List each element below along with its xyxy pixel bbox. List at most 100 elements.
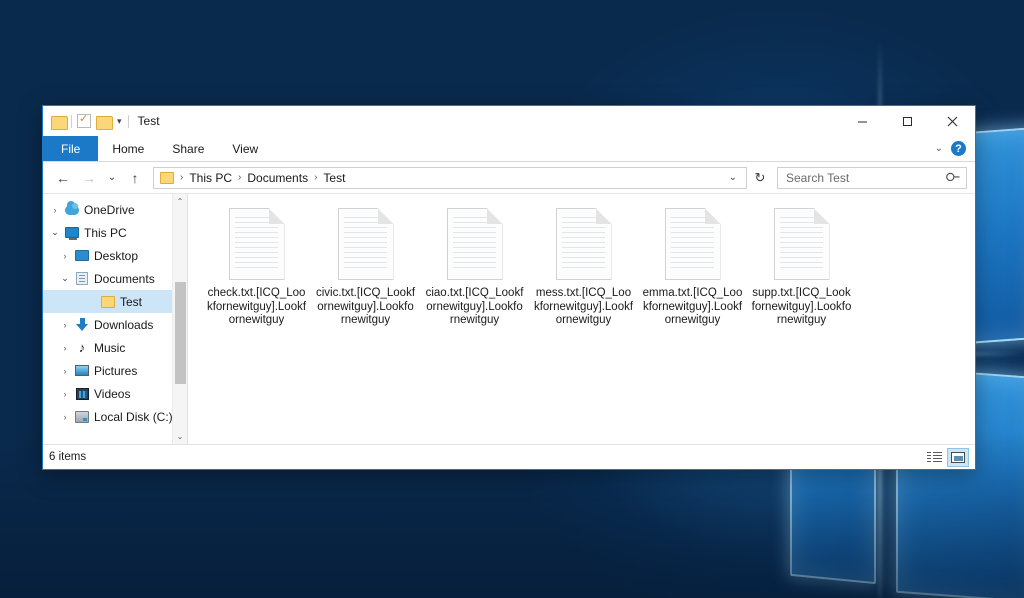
folder-icon[interactable] [51, 115, 68, 130]
view-toggle-group [923, 447, 969, 467]
file-item[interactable]: civic.txt.[ICQ_Lookfornewitguy].Lookforn… [311, 206, 420, 328]
large-icons-view-icon [951, 451, 965, 463]
text-file-icon [446, 208, 503, 280]
address-bar-row: ← → ⌄ ↑ › This PC › Documents › Test ⌄ ↻ [43, 162, 975, 193]
chevron-right-icon[interactable]: › [57, 343, 73, 353]
explorer-body: › OneDrive ⌄ This PC › Desktop ⌄ Documents Test ›… [43, 193, 975, 444]
chevron-right-icon[interactable]: › [57, 251, 73, 261]
up-button[interactable]: ↑ [123, 166, 147, 190]
scrollbar-thumb[interactable] [175, 282, 186, 384]
forward-button[interactable]: → [77, 166, 101, 190]
page-fold-corner [268, 208, 285, 224]
sidebar-item-music[interactable]: › ♪ Music [43, 336, 187, 359]
folder-tree: › OneDrive ⌄ This PC › Desktop ⌄ Documents Test ›… [43, 198, 187, 428]
sidebar-item-videos[interactable]: › Videos [43, 382, 187, 405]
sidebar-item-label: Documents [94, 271, 155, 286]
tab-home[interactable]: Home [98, 136, 158, 161]
sidebar-item-label: OneDrive [84, 202, 135, 217]
tab-view[interactable]: View [218, 136, 272, 161]
document-text-lines [343, 217, 387, 272]
text-file-icon [337, 208, 394, 280]
document-text-lines [670, 217, 714, 272]
text-file-icon [773, 208, 830, 280]
details-view-button[interactable] [923, 448, 945, 467]
tab-share[interactable]: Share [158, 136, 218, 161]
sidebar-item-downloads[interactable]: › Downloads [43, 313, 187, 336]
help-icon[interactable]: ? [951, 141, 966, 156]
sidebar-item-documents[interactable]: ⌄ Documents [43, 267, 187, 290]
sidebar-item-this-pc[interactable]: ⌄ This PC [43, 221, 187, 244]
window-controls [840, 106, 975, 136]
file-item[interactable]: supp.txt.[ICQ_Lookfornewitguy].Lookforne… [747, 206, 856, 328]
refresh-icon[interactable]: ↻ [749, 167, 771, 189]
chevron-right-icon[interactable]: › [57, 412, 73, 422]
new-folder-icon[interactable] [96, 115, 113, 130]
back-button[interactable]: ← [51, 166, 75, 190]
sidebar-item-local-disk-c[interactable]: › Local Disk (C:) [43, 405, 187, 428]
breadcrumb-this-pc[interactable]: This PC [187, 171, 234, 185]
scroll-up-arrow-icon[interactable]: ⌃ [173, 194, 188, 209]
cloud-icon [63, 200, 81, 215]
music-icon: ♪ [78, 340, 86, 355]
breadcrumb-separator-2: › [314, 172, 318, 183]
sidebar-scrollbar[interactable]: ⌃ ⌄ [172, 194, 187, 444]
file-name-label: ciao.txt.[ICQ_Lookfornewitguy].Lookforne… [425, 287, 524, 326]
title-bar: ▾ Test [43, 106, 975, 136]
sidebar-item-label: Downloads [94, 317, 154, 332]
page-fold-corner [377, 208, 394, 224]
file-name-label: mess.txt.[ICQ_Lookfornewitguy].Lookforne… [533, 287, 634, 326]
chevron-right-icon[interactable]: › [57, 389, 73, 399]
chevron-down-icon[interactable]: ⌄ [935, 143, 943, 154]
file-item[interactable]: check.txt.[ICQ_Lookfornewitguy].Lookforn… [202, 206, 311, 328]
file-item[interactable]: emma.txt.[ICQ_Lookfornewitguy].Lookforne… [638, 206, 747, 328]
file-list-pane[interactable]: check.txt.[ICQ_Lookfornewitguy].Lookforn… [187, 194, 975, 444]
properties-checkbox-icon[interactable] [77, 112, 91, 128]
quick-access-toolbar: ▾ [51, 112, 129, 130]
file-name-label: supp.txt.[ICQ_Lookfornewitguy].Lookforne… [751, 287, 852, 326]
toolbar-divider [71, 114, 72, 128]
file-item[interactable]: ciao.txt.[ICQ_Lookfornewitguy].Lookforne… [420, 206, 529, 328]
window-title: Test [137, 114, 160, 128]
chevron-right-icon[interactable]: › [57, 366, 73, 376]
sidebar-item-desktop[interactable]: › Desktop [43, 244, 187, 267]
chevron-right-icon[interactable]: › [57, 320, 73, 330]
maximize-button[interactable] [885, 106, 930, 136]
search-input[interactable] [784, 169, 947, 186]
downloads-icon [73, 318, 91, 331]
sidebar-item-label: Music [94, 340, 126, 355]
scroll-down-arrow-icon[interactable]: ⌄ [173, 429, 188, 444]
breadcrumb[interactable]: › This PC › Documents › Test ⌄ [153, 166, 747, 189]
videos-icon [73, 387, 91, 400]
sidebar-item-pictures[interactable]: › Pictures [43, 359, 187, 382]
details-view-icon [926, 451, 942, 463]
text-file-icon [664, 208, 721, 280]
file-name-label: civic.txt.[ICQ_Lookfornewitguy].Lookforn… [315, 287, 416, 326]
chevron-down-icon[interactable]: ▾ [117, 116, 122, 126]
tab-file[interactable]: File [43, 136, 99, 161]
sidebar-item-test[interactable]: Test [43, 290, 187, 313]
search-box[interactable] [777, 166, 967, 189]
text-file-icon [555, 208, 612, 280]
minimize-button[interactable] [840, 106, 885, 136]
ribbon-tab-bar: File Home Share View ⌄ ? [43, 136, 975, 162]
document-text-lines [452, 217, 496, 272]
sidebar-item-label: Pictures [94, 363, 138, 378]
disk-icon [73, 410, 91, 423]
sidebar-item-label: Local Disk (C:) [94, 409, 173, 424]
chevron-down-icon[interactable]: ⌄ [57, 273, 73, 284]
breadcrumb-separator-0: › [180, 172, 184, 183]
sidebar-item-label: This PC [84, 225, 127, 240]
breadcrumb-test[interactable]: Test [321, 171, 347, 185]
chevron-right-icon[interactable]: › [47, 205, 63, 215]
recent-locations-button[interactable]: ⌄ [103, 166, 121, 190]
chevron-down-icon[interactable]: ⌄ [47, 227, 63, 238]
large-icons-view-button[interactable] [947, 447, 969, 467]
sidebar-item-onedrive[interactable]: › OneDrive [43, 198, 187, 221]
file-item[interactable]: mess.txt.[ICQ_Lookfornewitguy].Lookforne… [529, 206, 638, 328]
file-name-label: check.txt.[ICQ_Lookfornewitguy].Lookforn… [206, 287, 307, 326]
document-text-lines [779, 217, 823, 272]
desktop-icon [73, 250, 91, 261]
chevron-down-icon[interactable]: ⌄ [723, 172, 743, 183]
close-button[interactable] [930, 106, 975, 136]
breadcrumb-documents[interactable]: Documents [245, 171, 310, 185]
